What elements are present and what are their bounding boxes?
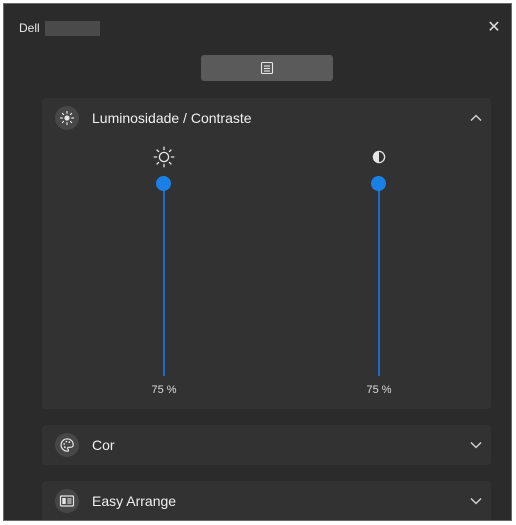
sun-icon — [153, 146, 175, 168]
color-palette-icon — [55, 433, 79, 457]
color-header[interactable]: Cor — [42, 425, 491, 465]
contrast-icon — [372, 150, 386, 164]
easy-arrange-panel: Easy Arrange — [42, 481, 491, 520]
color-label: Cor — [92, 437, 115, 453]
app-title: Dell — [19, 21, 40, 35]
easy-arrange-icon — [55, 489, 79, 513]
easy-arrange-header[interactable]: Easy Arrange — [42, 481, 491, 520]
easy-arrange-label: Easy Arrange — [92, 493, 177, 509]
brightness-icon — [55, 106, 79, 130]
color-panel: Cor — [42, 425, 491, 465]
menu-button[interactable] — [201, 55, 333, 81]
menu-icon — [260, 61, 274, 75]
contrast-slider[interactable] — [369, 175, 389, 376]
brightness-slider[interactable] — [154, 175, 174, 376]
app-window: Dell ✕ Luminosidade / Contraste 75 % 75 … — [3, 3, 512, 521]
brightness-track-fill — [163, 183, 165, 376]
chevron-up-icon[interactable] — [469, 111, 483, 125]
title-bar: Dell ✕ — [4, 4, 511, 44]
contrast-slider-thumb[interactable] — [371, 175, 386, 191]
brightness-contrast-header[interactable]: Luminosidade / Contraste — [42, 98, 491, 138]
contrast-track-fill — [378, 183, 380, 376]
brightness-contrast-label: Luminosidade / Contraste — [92, 110, 252, 126]
contrast-value: 75 % — [366, 384, 392, 396]
model-name-redacted — [45, 21, 100, 36]
chevron-down-icon[interactable] — [469, 438, 483, 452]
chevron-down-icon[interactable] — [469, 494, 483, 508]
brightness-value: 75 % — [151, 384, 177, 396]
brightness-slider-thumb[interactable] — [156, 175, 171, 191]
close-button[interactable]: ✕ — [483, 17, 505, 39]
brightness-contrast-panel: Luminosidade / Contraste 75 % 75 % — [42, 98, 491, 409]
